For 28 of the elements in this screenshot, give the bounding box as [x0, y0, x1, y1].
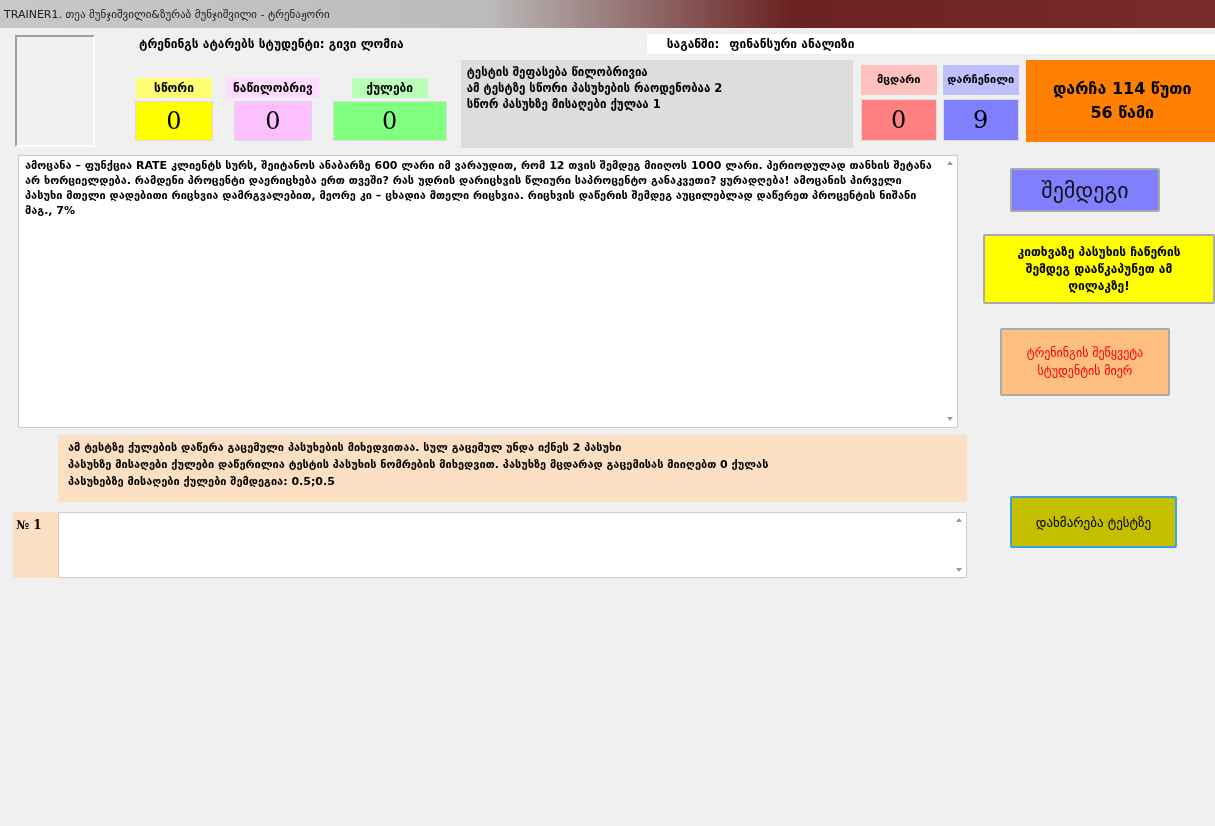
timer-line: 56 წამი: [1090, 102, 1155, 124]
answer-label: № 1: [13, 512, 58, 578]
counter-value: 0: [332, 101, 447, 141]
counter-label: ნაწილობრივ: [227, 78, 319, 98]
counter-value: 0: [135, 101, 213, 141]
note-line: პასუხებზე მისაღები ქულები შემდეგია: 0.5;0.5: [68, 474, 336, 490]
answer-field[interactable]: [58, 512, 967, 578]
counter-label: ქულები: [351, 78, 428, 98]
result-label: მცდარი: [860, 65, 937, 95]
submit-button[interactable]: კითხვაზე პასუხის ჩაწერის შემდეგ დააწკაპუნეთ ამ ღილაკზე!: [983, 234, 1215, 304]
note-line: ამ ტესტზე ქულების დაწერა გაცემული პასუხების მიხედვითაა. სულ გაცემულ უნდა იქნეს 2 პასუხი: [68, 440, 623, 456]
test-info-line: ამ ტესტზე სწორი პასუხების რაოდენობაა 2: [466, 80, 724, 96]
window-title: TRAINER1. თეა მუნჯიშვილი&ზურაბ მუნჯიშვილი - ტრენაჟორი: [3, 7, 330, 21]
result-value: 0: [860, 99, 937, 141]
test-info-line: სწორ პასუხზე მისაღები ქულაა 1: [466, 96, 662, 112]
subject-value: ფინანსური ანალიზი: [729, 37, 855, 51]
question-text: ამოცანა – ფუნქცია RATE კლიენტს სურს, შეიტანოს ანაბარზე 600 ლარი იმ ვარაუდით, რომ 12 თვის შემდეგ მიიღოს 1000 ლარი. პერიოდულად თანხის შეტანა არ ხორციელდება. რამდენი პროცენტი დაერიცხება ერთ თვეში? რას უდრის დარიცხვის წლიური საპროცენტო განაკვეთი? ყურადღება! ამოცანის პირველი პასუხი მთელი დადებითი რიცხვია დამრგვალებით, მეორე კი – ცხადია მთელი რიცხვია. რიცხვის დაწერის შემდეგ აუცილებლად დაწერეთ პროცენტის ნიშანი მაგ., 7%: [24, 158, 933, 219]
note-line: პასუხზე მისაღები ქულები დაწერილია ტესტის პასუხის ნომრების მიხედვით. პასუხზე მცდარად გაცემისას მიიღებთ 0 ქულას: [68, 457, 770, 473]
test-info-line: ტესტის შეფასება წილობრივია: [466, 64, 649, 80]
counter-label: სწორი: [136, 78, 212, 98]
result-value: 9: [942, 99, 1019, 141]
counter-value: 0: [233, 101, 312, 141]
student-label: ტრენინგს ატარებს სტუდენტი: გივი ლომია: [139, 37, 404, 51]
result-label: დარჩენილი: [942, 65, 1019, 95]
subject-label: საგანში:: [666, 37, 720, 51]
help-button[interactable]: დახმარება ტესტზე: [1010, 496, 1177, 548]
timer-line: დარჩა 114 წუთი: [1052, 78, 1192, 100]
next-button[interactable]: შემდეგი: [1010, 168, 1160, 212]
